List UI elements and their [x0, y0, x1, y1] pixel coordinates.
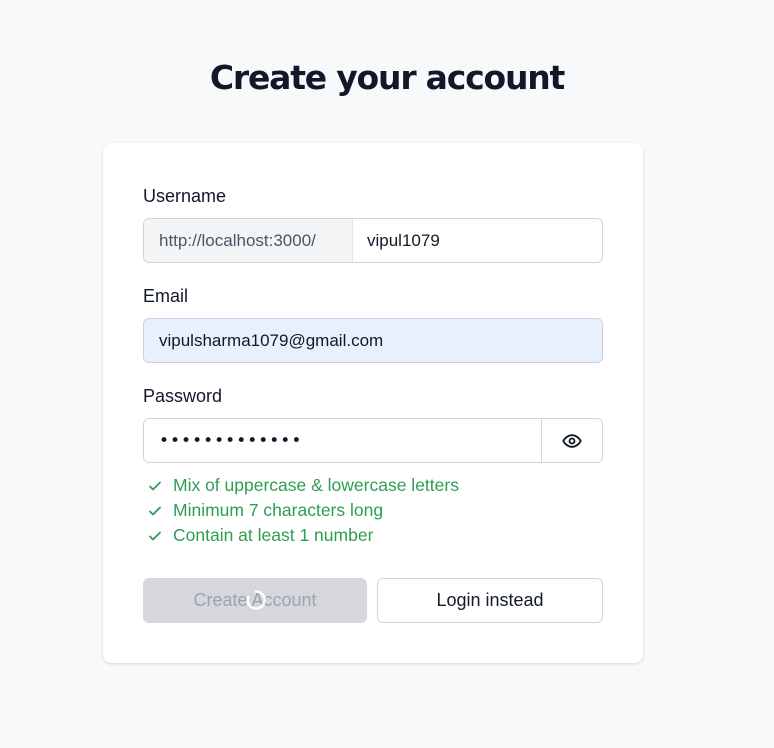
password-field-group: [143, 418, 603, 463]
check-icon: [148, 479, 162, 493]
password-rules-list: Mix of uppercase & lowercase letters Min…: [148, 473, 459, 548]
password-rule-text: Mix of uppercase & lowercase letters: [173, 475, 459, 495]
username-input[interactable]: [353, 219, 602, 262]
password-rule-item: Minimum 7 characters long: [148, 498, 459, 523]
page-title: Create your account: [209, 58, 565, 97]
password-rule-item: Contain at least 1 number: [148, 523, 459, 548]
email-label: Email: [143, 286, 189, 306]
signup-card: Username http://localhost:3000/ Email Pa…: [103, 143, 643, 663]
email-input[interactable]: [143, 318, 603, 363]
create-account-button[interactable]: Create Account: [143, 578, 367, 623]
username-url-prefix: http://localhost:3000/: [144, 219, 353, 262]
login-instead-button[interactable]: Login instead: [377, 578, 603, 623]
password-rule-text: Contain at least 1 number: [173, 525, 374, 545]
check-icon: [148, 504, 162, 518]
password-visibility-toggle[interactable]: [541, 419, 602, 462]
eye-icon: [562, 431, 582, 451]
password-rule-text: Minimum 7 characters long: [173, 500, 384, 520]
loading-spinner-icon: [245, 589, 267, 611]
password-input[interactable]: [144, 419, 541, 462]
password-label: Password: [143, 386, 223, 406]
password-rule-item: Mix of uppercase & lowercase letters: [148, 473, 459, 498]
check-icon: [148, 529, 162, 543]
username-field-group: http://localhost:3000/: [143, 218, 603, 263]
username-label: Username: [143, 186, 227, 206]
